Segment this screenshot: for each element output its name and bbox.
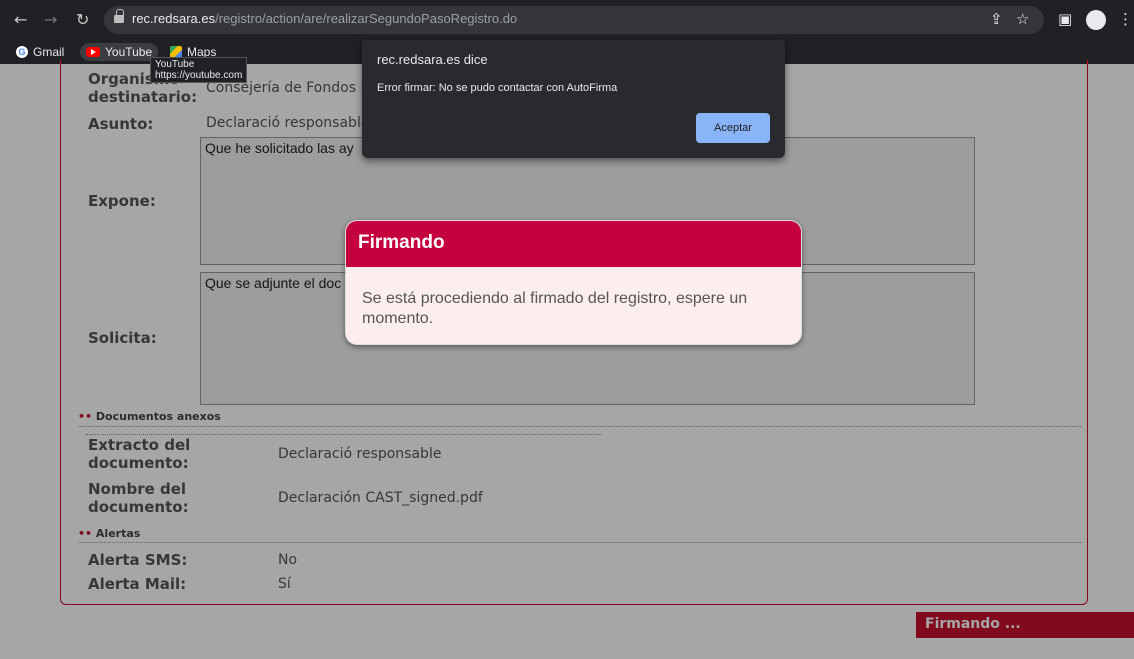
address-bar[interactable]: rec.redsara.es/registro/action/are/reali… xyxy=(104,6,1044,34)
bookmark-label: YouTube xyxy=(105,45,153,59)
bookmark-gmail[interactable]: G Gmail xyxy=(10,43,70,61)
bookmark-youtube[interactable]: YouTube xyxy=(80,43,159,61)
modal-message: Se está procediendo al firmado del regis… xyxy=(362,290,748,327)
share-icon[interactable]: ⇪ xyxy=(990,10,1003,28)
menu-icon[interactable]: ⋮ xyxy=(1118,10,1133,28)
signing-modal: Firmando Se está procediendo al firmado … xyxy=(345,220,802,345)
modal-title: Firmando xyxy=(346,221,801,267)
accept-button[interactable]: Aceptar xyxy=(696,113,770,143)
tooltip-url: https://youtube.com xyxy=(155,70,243,81)
bookmark-tooltip: YouTube https://youtube.com xyxy=(150,57,248,83)
alert-title: rec.redsara.es dice xyxy=(377,52,488,67)
lock-icon xyxy=(114,9,124,24)
tooltip-title: YouTube xyxy=(155,59,195,70)
browser-toolbar: ← → ↻ rec.redsara.es/registro/action/are… xyxy=(0,0,1134,40)
bookmark-label: Gmail xyxy=(33,45,65,59)
url-text: rec.redsara.es/registro/action/are/reali… xyxy=(132,11,518,26)
forward-icon[interactable]: → xyxy=(44,10,57,29)
google-icon: G xyxy=(16,46,28,58)
alert-message: Error firmar: No se pudo contactar con A… xyxy=(377,82,618,94)
youtube-icon xyxy=(86,47,100,57)
reload-icon[interactable]: ↻ xyxy=(76,10,89,29)
profile-icon[interactable] xyxy=(1086,10,1106,30)
side-panel-icon[interactable]: ▣ xyxy=(1058,10,1072,28)
alert-dialog: rec.redsara.es dice Error firmar: No se … xyxy=(362,40,785,158)
back-icon[interactable]: ← xyxy=(14,10,27,29)
bookmark-star-icon[interactable]: ☆ xyxy=(1016,10,1029,28)
